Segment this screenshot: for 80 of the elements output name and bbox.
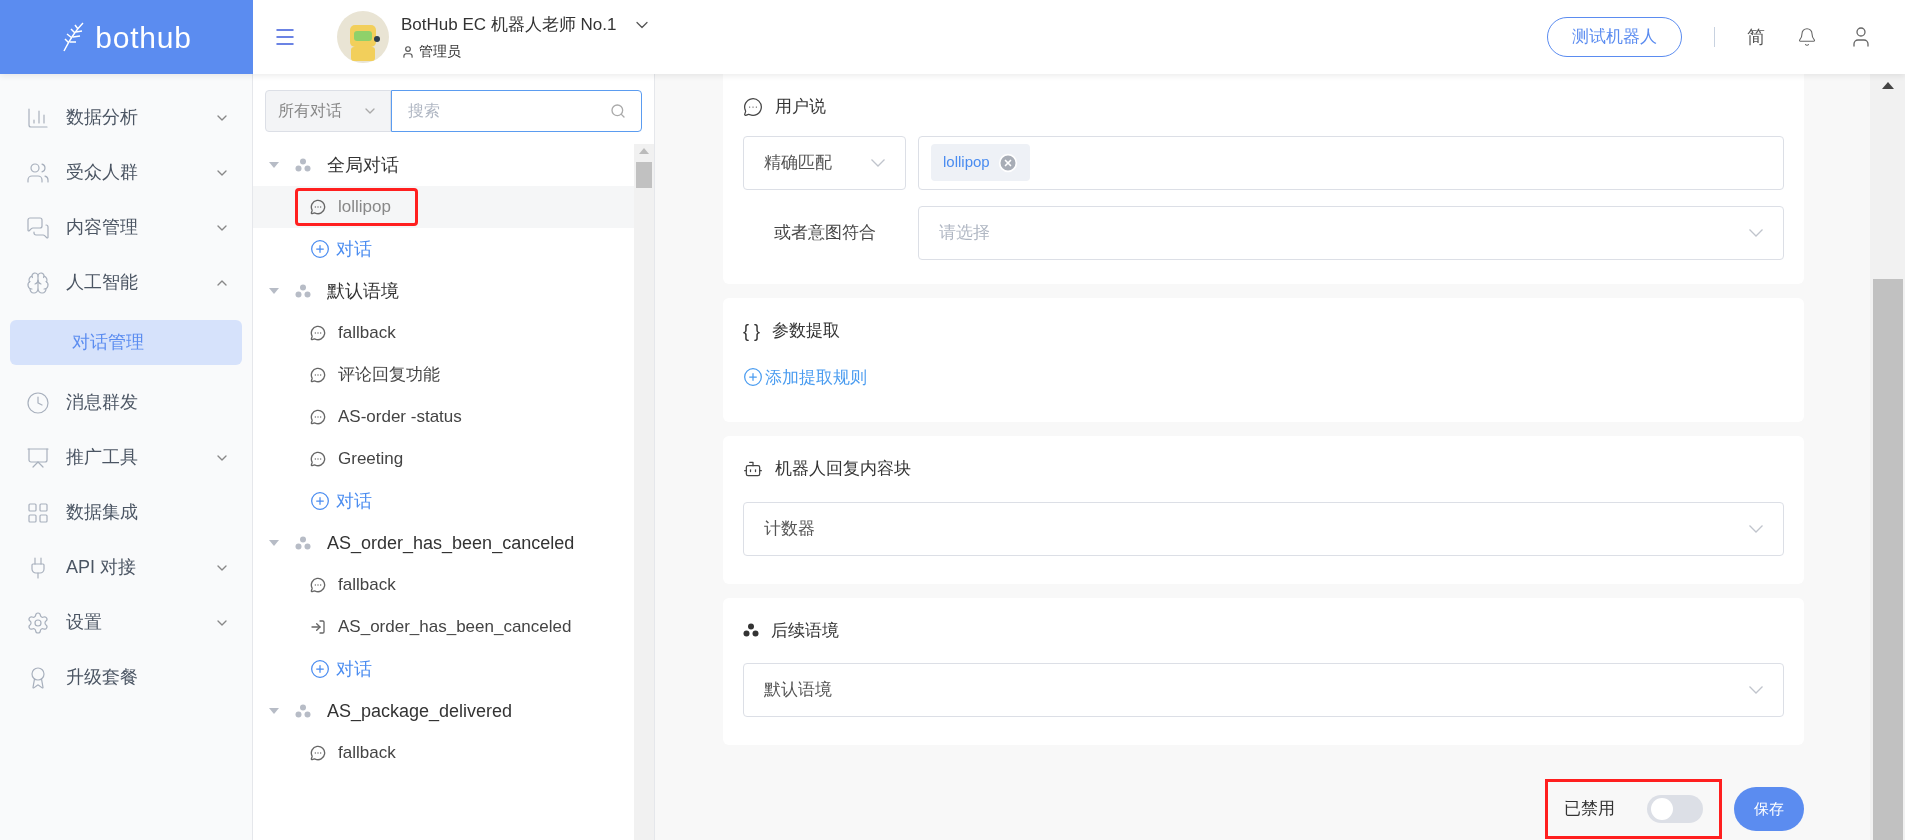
chevron-down-icon xyxy=(871,158,885,167)
bell-icon[interactable] xyxy=(1797,27,1817,47)
search-icon xyxy=(610,103,626,119)
sidebar-item[interactable]: API 对接 xyxy=(10,540,242,595)
search-field[interactable]: 搜索 xyxy=(391,90,642,132)
tag: lollipop xyxy=(931,144,1030,181)
cluster-icon xyxy=(295,158,311,172)
enter-icon xyxy=(310,619,326,635)
dialog-row[interactable]: fallback xyxy=(253,312,634,354)
plus-icon xyxy=(310,659,330,679)
dialog-row[interactable]: fallback xyxy=(253,732,634,774)
chat-icon xyxy=(310,745,326,761)
sidebar-item[interactable]: 设置 xyxy=(10,595,242,650)
toggle-label: 已禁用 xyxy=(1564,798,1615,821)
chat-icon xyxy=(310,577,326,593)
toggle-switch[interactable] xyxy=(1647,795,1703,823)
caret-icon[interactable] xyxy=(269,708,279,714)
clock-icon xyxy=(26,390,50,415)
user-icon xyxy=(401,44,415,59)
scroll-thumb[interactable] xyxy=(636,162,652,188)
section-title: 参数提取 xyxy=(772,320,841,343)
context-select[interactable]: 默认语境 xyxy=(743,663,1784,717)
scrollbar[interactable] xyxy=(1870,74,1905,840)
chat-icon xyxy=(310,409,326,425)
dialog-row[interactable]: AS_order_has_been_canceled xyxy=(253,606,634,648)
braces-icon: { } xyxy=(743,317,761,345)
chevron-down-icon xyxy=(1749,228,1763,237)
sidebar-item[interactable]: 数据分析 xyxy=(10,90,242,145)
chat-icon xyxy=(310,325,326,341)
scroll-thumb[interactable] xyxy=(1872,279,1903,840)
cluster-icon xyxy=(743,623,759,638)
chevron-down-icon xyxy=(1749,524,1763,533)
caret-icon[interactable] xyxy=(269,162,279,168)
sidebar-item[interactable]: 消息群发 xyxy=(10,375,242,430)
context-row[interactable]: AS_order_has_been_canceled xyxy=(253,522,634,564)
reply-select[interactable]: 计数器 xyxy=(743,501,1784,556)
avatar-icon[interactable] xyxy=(337,11,389,63)
section-title: 后续语境 xyxy=(771,619,839,642)
logo-text: bothub xyxy=(95,19,192,56)
sidebar-item[interactable]: 内容管理 xyxy=(10,200,242,255)
chat-icon xyxy=(310,199,326,215)
context-row[interactable]: 全局对话 xyxy=(253,144,634,186)
highlight-frame: lollipop xyxy=(295,188,418,226)
plus-icon xyxy=(310,239,330,259)
chevron-down-icon xyxy=(1749,686,1763,694)
context-row[interactable]: 默认语境 xyxy=(253,270,634,312)
dialog-row[interactable]: 评论回复功能 xyxy=(253,354,634,396)
sidebar-item[interactable]: 人工智能 xyxy=(10,255,242,310)
grid-icon xyxy=(26,500,50,525)
chat-icon xyxy=(26,215,50,240)
cluster-icon xyxy=(295,284,311,298)
dialog-row[interactable]: AS-order -status xyxy=(253,396,634,438)
bot-name: BotHub EC 机器人老师 No.1 xyxy=(401,13,617,36)
context-row[interactable]: AS_package_delivered xyxy=(253,690,634,732)
role-label: 管理员 xyxy=(419,42,461,62)
match-type-select[interactable]: 精确匹配 xyxy=(743,135,906,190)
cluster-icon xyxy=(295,704,311,718)
dialog-row[interactable]: fallback xyxy=(253,564,634,606)
sidebar-item[interactable]: 受众人群 xyxy=(10,145,242,200)
chat-icon xyxy=(310,451,326,467)
scrollbar[interactable] xyxy=(634,144,654,840)
caret-icon[interactable] xyxy=(269,540,279,546)
section-title: 用户说 xyxy=(775,96,826,118)
chat-icon xyxy=(310,367,326,383)
language-button[interactable]: 简 xyxy=(1747,23,1765,51)
plus-icon xyxy=(310,491,330,511)
scroll-up-icon[interactable] xyxy=(1881,82,1894,89)
caret-icon[interactable] xyxy=(269,288,279,294)
users-icon xyxy=(26,160,50,185)
sidebar-item[interactable]: 推广工具 xyxy=(10,430,242,485)
remove-icon[interactable] xyxy=(997,152,1018,173)
intent-label: 或者意图符合 xyxy=(772,221,877,244)
settings-icon xyxy=(26,610,50,635)
sidebar-item[interactable]: 数据集成 xyxy=(10,485,242,540)
sidebar-item[interactable]: 升级套餐 xyxy=(10,650,242,705)
plus-icon xyxy=(743,367,763,388)
chat-icon xyxy=(743,96,763,117)
dialog-row[interactable]: Greeting xyxy=(253,438,634,480)
cluster-icon xyxy=(295,536,311,550)
section-title: 机器人回复内容块 xyxy=(775,458,911,480)
